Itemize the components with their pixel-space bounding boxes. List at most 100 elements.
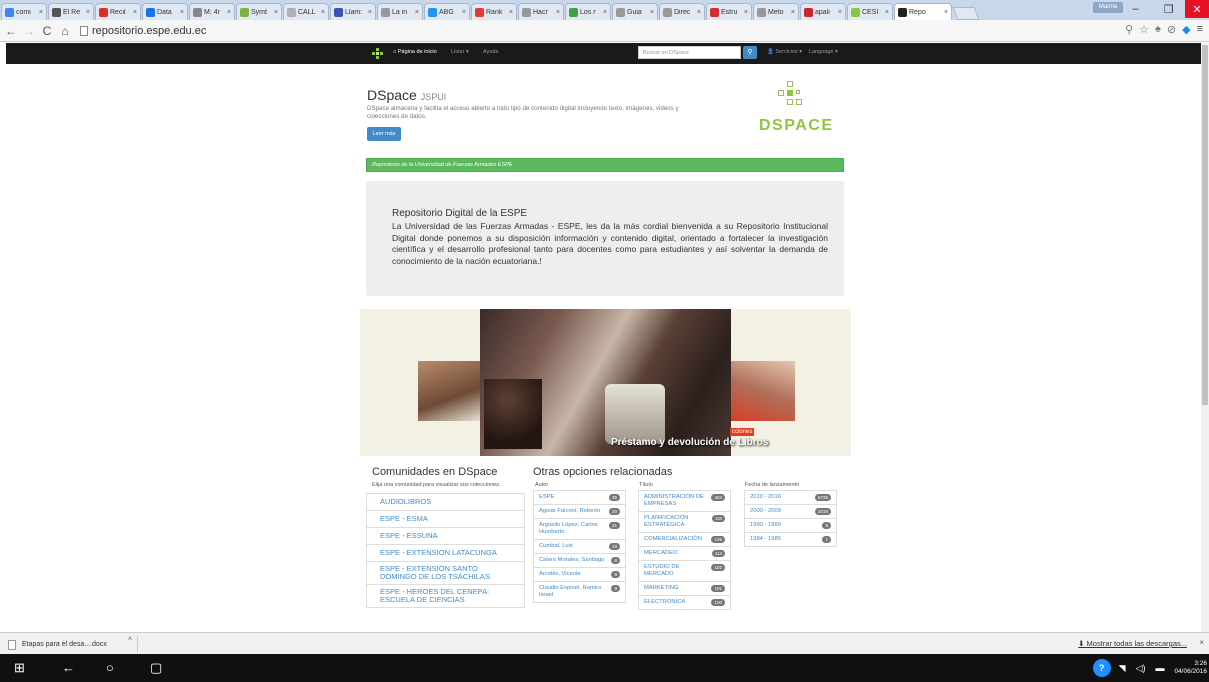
back-icon[interactable]: ← [4, 24, 18, 38]
facet-item[interactable]: ELECTRÓNICA 100 [638, 596, 731, 610]
task-view-icon[interactable]: ▢ [150, 660, 162, 676]
facet-item[interactable]: Arcolés, Vicente 8 [533, 568, 626, 582]
show-all-downloads-link[interactable]: ⬇ Mostrar todas las descargas... [1078, 639, 1187, 648]
tab-close-icon[interactable]: × [133, 9, 137, 16]
cortana-circle-icon[interactable]: ○ [106, 660, 114, 675]
news-carousel[interactable]: cciones Préstamo y devolución de Libros [360, 309, 851, 456]
browser-tab[interactable]: CESI × [847, 3, 893, 20]
browser-tab[interactable]: Llam: × [330, 3, 376, 20]
facet-item[interactable]: 1990 - 1999 8 [744, 519, 837, 533]
search-button[interactable]: ⚲ [743, 46, 757, 59]
tab-close-icon[interactable]: × [603, 9, 607, 16]
notification-icon[interactable]: ▬ [1155, 663, 1164, 673]
tab-close-icon[interactable]: × [744, 9, 748, 16]
tab-close-icon[interactable]: × [556, 9, 560, 16]
volume-icon[interactable]: ◁) [1136, 663, 1146, 674]
browser-tab[interactable]: M: 4r × [189, 3, 235, 20]
browser-tab[interactable]: comi × [1, 3, 47, 20]
dspace-small-logo[interactable] [372, 48, 383, 59]
facet-item[interactable]: Claudio Espinel, Ramiro Israel 8 [533, 582, 626, 603]
facet-item[interactable]: 2000 - 2009 2019 [744, 505, 837, 519]
browser-tab[interactable]: La in × [377, 3, 423, 20]
tab-close-icon[interactable]: × [697, 9, 701, 16]
browser-tab[interactable]: CALL × [283, 3, 329, 20]
download-item[interactable]: Etapas para el desa....docx [6, 636, 138, 653]
tab-close-icon[interactable]: × [838, 9, 842, 16]
nav-help-link[interactable]: Ayuda [483, 49, 499, 55]
facet-item[interactable]: Calero Morales, Santiago 8 [533, 554, 626, 568]
browser-tab[interactable]: Guia × [612, 3, 658, 20]
blocked-icon[interactable]: ⊘ [1167, 23, 1176, 36]
browser-tab[interactable]: apali × [800, 3, 846, 20]
community-link[interactable]: ESPE - HEROES DEL CENEPA: ESCUELA DE CIE… [366, 585, 525, 608]
community-link[interactable]: ESPE - EXTENSIÓN SANTO DOMINGO DE LOS TS… [366, 562, 525, 585]
bookmark-star-icon[interactable]: ☆ [1139, 23, 1149, 36]
browser-tab[interactable]: Repo × [894, 3, 952, 20]
back-arrow-icon[interactable]: ← [62, 660, 75, 675]
facet-item[interactable]: COMERCIALIZACIÓN 136 [638, 533, 731, 547]
zoom-icon[interactable]: ⚲ [1125, 23, 1133, 36]
facet-item[interactable]: ESTUDIO DE MERCADO 102 [638, 561, 731, 582]
help-icon[interactable]: ? [1092, 659, 1111, 677]
nav-home-link[interactable]: ⌂ Página de inicio [393, 49, 437, 55]
browser-tab[interactable]: Rank × [471, 3, 517, 20]
nav-browse-menu[interactable]: Listar ▾ [451, 49, 469, 55]
tab-close-icon[interactable]: × [227, 9, 231, 16]
extension-diamond-icon[interactable]: ◆ [1182, 23, 1190, 36]
close-downloads-bar[interactable]: × [1199, 638, 1204, 647]
browser-tab[interactable]: Estru × [706, 3, 752, 20]
tab-close-icon[interactable]: × [791, 9, 795, 16]
page-scrollbar[interactable] [1201, 43, 1209, 632]
nav-services-menu[interactable]: 👤 Servicios ▾ [767, 49, 802, 55]
clock[interactable]: 3:26 04/06/2016 [1174, 660, 1207, 676]
tab-close-icon[interactable]: × [650, 9, 654, 16]
url-field[interactable]: repositorio.espe.edu.ec [80, 25, 206, 37]
facet-item[interactable]: 2010 - 2016 6735 [744, 490, 837, 505]
chevron-up-icon[interactable]: ˄ [128, 636, 132, 643]
tab-close-icon[interactable]: × [885, 9, 889, 16]
facet-item[interactable]: Aguiar Falconí, Roberto 20 [533, 505, 626, 519]
community-link[interactable]: ESPE - ESSUNA [366, 528, 525, 545]
scrollbar-thumb[interactable] [1202, 45, 1208, 405]
tab-close-icon[interactable]: × [39, 9, 43, 16]
browser-tab[interactable]: Direc × [659, 3, 705, 20]
browser-tab[interactable]: Symt × [236, 3, 282, 20]
extension-icon[interactable]: ♠ [1155, 23, 1161, 36]
close-button[interactable]: ✕ [1185, 0, 1209, 18]
tab-close-icon[interactable]: × [321, 9, 325, 16]
forward-icon[interactable]: → [22, 24, 36, 38]
windows-start-icon[interactable]: ⊞ [14, 660, 25, 676]
tab-close-icon[interactable]: × [462, 9, 466, 16]
reload-icon[interactable]: C [40, 24, 54, 38]
browser-tab[interactable]: Hacr × [518, 3, 564, 20]
facet-item[interactable]: PLANIFICACIÓN ESTRATÉGICA 110 [638, 512, 731, 533]
maximize-button[interactable]: ❐ [1152, 0, 1185, 18]
facet-item[interactable]: MARKETING 101 [638, 582, 731, 596]
tab-close-icon[interactable]: × [368, 9, 372, 16]
browser-tab[interactable]: El Re × [48, 3, 94, 20]
tab-close-icon[interactable]: × [415, 9, 419, 16]
tab-close-icon[interactable]: × [509, 9, 513, 16]
browser-tab[interactable]: Recil × [95, 3, 141, 20]
tab-close-icon[interactable]: × [274, 9, 278, 16]
facet-item[interactable]: ADMINISTRACIÓN DE EMPRESAS 404 [638, 490, 731, 512]
browser-tab[interactable]: Meto × [753, 3, 799, 20]
nav-language-menu[interactable]: Language ▾ [809, 49, 838, 55]
browser-tab[interactable]: ABG × [424, 3, 470, 20]
tab-close-icon[interactable]: × [944, 9, 948, 16]
community-link[interactable]: ESPE - ESMA [366, 511, 525, 528]
community-link[interactable]: AUDIOLIBROS [366, 493, 525, 511]
facet-item[interactable]: Cumbal, Luis 19 [533, 540, 626, 554]
new-tab-button[interactable] [952, 7, 980, 20]
browser-tab[interactable]: Los r × [565, 3, 611, 20]
home-icon[interactable]: ⌂ [58, 24, 72, 38]
tab-close-icon[interactable]: × [86, 9, 90, 16]
read-more-button[interactable]: Leer más [367, 127, 401, 141]
menu-icon[interactable]: ≡ [1197, 23, 1203, 36]
facet-item[interactable]: ESPE 35 [533, 490, 626, 505]
tab-close-icon[interactable]: × [180, 9, 184, 16]
search-input[interactable]: Buscar en DSpace [638, 46, 741, 59]
facet-item[interactable]: MERCADEO 114 [638, 547, 731, 561]
minimize-button[interactable]: – [1119, 0, 1152, 18]
facet-item[interactable]: 1984 - 1985 1 [744, 533, 837, 547]
